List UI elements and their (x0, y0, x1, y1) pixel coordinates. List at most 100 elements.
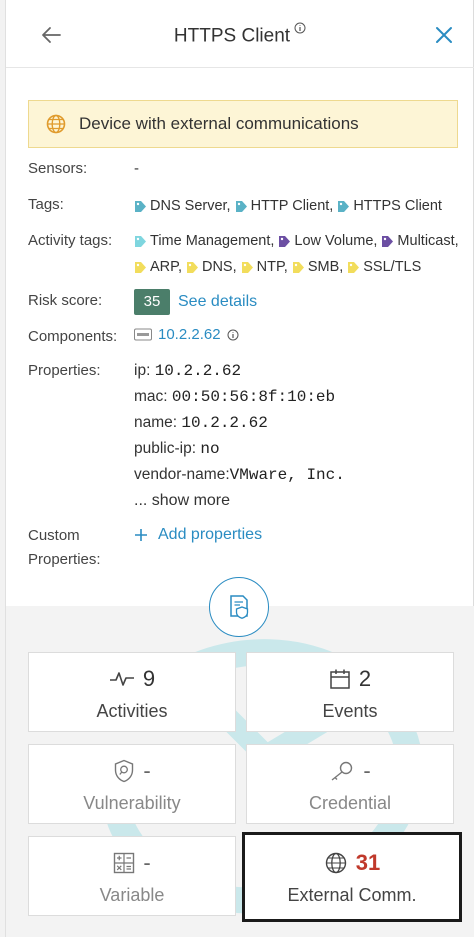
report-button[interactable] (209, 577, 269, 637)
component-device-icon (134, 328, 152, 340)
activity-pulse-icon (109, 672, 134, 686)
shield-search-icon (115, 759, 134, 783)
tag-icon (382, 235, 394, 247)
tag-item[interactable]: DNS Server, (134, 198, 231, 214)
external-comm-label: External Comm. (287, 885, 417, 905)
vulnerability-card-top: - (29, 757, 235, 785)
activity-tag-label: SMB, (307, 259, 344, 275)
custom-properties-label-line2: Properties: (28, 551, 101, 568)
events-card[interactable]: 2 Events (246, 652, 454, 732)
panel-header: HTTPS Client (6, 0, 474, 68)
info-icon[interactable] (227, 329, 239, 341)
report-shield-icon (230, 595, 249, 619)
property-key: public-ip: (134, 440, 197, 457)
activity-tag-label: Multicast, (397, 233, 459, 249)
activity-tags-label: Activity tags: (28, 232, 113, 249)
tag-icon (348, 261, 360, 273)
activities-label: Activities (96, 701, 168, 721)
tags-list: DNS Server, HTTP Client, HTTPS Client (134, 198, 442, 214)
risk-score-row: 35 See details (134, 289, 257, 315)
credential-card[interactable]: - Credential (246, 744, 454, 824)
activity-tag-label: ARP, (150, 259, 182, 275)
key-icon (331, 761, 353, 781)
property-item: public-ip: no (134, 440, 220, 458)
tag-icon (135, 200, 146, 212)
activity-tag-item[interactable]: SMB, (292, 259, 343, 275)
stats-area: 9 Activities 2 Events - Vulnerability - … (6, 606, 474, 937)
close-icon (436, 27, 452, 43)
close-button[interactable] (429, 20, 459, 50)
activity-tag-item[interactable]: NTP, (241, 259, 288, 275)
tags-label: Tags: (28, 196, 64, 213)
external-comm-banner: Device with external communications (28, 100, 458, 148)
tag-icon (241, 261, 253, 273)
activity-tags-row-2: ARP, DNS, NTP, SMB, SSL/TLS (134, 259, 421, 275)
tag-icon (292, 261, 304, 273)
external-comm-card-top: 31 (245, 849, 459, 877)
page-title: HTTPS Client (173, 25, 291, 47)
see-details-link[interactable]: See details (178, 293, 257, 311)
activity-tag-label: Time Management, (150, 233, 275, 249)
property-item: ip: 10.2.2.62 (134, 362, 241, 380)
tag-icon (135, 261, 146, 273)
activity-tag-label: SSL/TLS (363, 259, 422, 275)
property-value: 10.2.2.62 (181, 414, 268, 432)
sensors-value: - (134, 160, 139, 177)
tag-icon (186, 261, 198, 273)
panel-title-wrap: HTTPS Client (6, 22, 474, 47)
activity-tag-label: Low Volume, (294, 233, 378, 249)
plus-icon (135, 529, 147, 541)
activities-card[interactable]: 9 Activities (28, 652, 236, 732)
component-link[interactable]: 10.2.2.62 (158, 326, 221, 343)
activities-count: 9 (142, 666, 156, 691)
globe-icon (325, 852, 346, 874)
property-key: mac: (134, 388, 168, 405)
custom-properties-label-line1: Custom (28, 527, 80, 544)
activity-tag-item[interactable]: ARP, (134, 259, 182, 275)
add-properties-button[interactable]: Add properties (134, 526, 262, 544)
events-count: 2 (358, 666, 372, 691)
property-value: 10.2.2.62 (154, 362, 242, 380)
tag-item[interactable]: HTTPS Client (337, 198, 442, 214)
property-value: no (200, 440, 220, 458)
external-comm-count: 31 (355, 850, 381, 875)
sensors-label: Sensors: (28, 160, 88, 177)
property-item: name: 10.2.2.62 (134, 414, 268, 432)
activity-tag-item[interactable]: Low Volume, (278, 233, 377, 249)
show-more-link[interactable]: ... show more (134, 492, 230, 510)
external-comm-card[interactable]: 31 External Comm. (242, 832, 462, 922)
variable-card-top: - (29, 849, 235, 877)
device-panel: HTTPS Client Device with external commun… (6, 0, 474, 937)
variable-card[interactable]: - Variable (28, 836, 236, 916)
property-value: 00:50:56:8f:10:eb (171, 388, 336, 406)
components-row: 10.2.2.62 (134, 326, 239, 343)
events-label: Events (322, 701, 378, 721)
vulnerability-card[interactable]: - Vulnerability (28, 744, 236, 824)
banner-text: Device with external communications (79, 114, 359, 133)
tag-item[interactable]: HTTP Client, (235, 198, 334, 214)
vulnerability-count: - (143, 758, 151, 783)
property-key: name: (134, 414, 178, 431)
tag-icon (235, 200, 247, 212)
property-item: mac: 00:50:56:8f:10:eb (134, 388, 335, 406)
tag-label: HTTPS Client (353, 198, 442, 214)
activity-tag-item[interactable]: SSL/TLS (347, 259, 421, 275)
risk-score-badge: 35 (134, 289, 170, 315)
property-key: ip: (134, 362, 151, 379)
property-key: vendor-name: (134, 466, 230, 483)
properties-label: Properties: (28, 362, 101, 379)
activity-tag-label: NTP, (256, 259, 288, 275)
property-value: VMware, Inc. (229, 466, 345, 484)
components-label: Components: (28, 328, 118, 345)
activity-tag-item[interactable]: DNS, (186, 259, 237, 275)
variable-count: - (143, 850, 151, 875)
variable-label: Variable (99, 885, 165, 905)
risk-score-label: Risk score: (28, 292, 103, 309)
globe-icon (46, 114, 66, 134)
tag-label: DNS Server, (150, 198, 231, 214)
tag-label: HTTP Client, (250, 198, 334, 214)
activity-tag-item[interactable]: Multicast, (381, 233, 459, 249)
events-card-top: 2 (247, 665, 453, 693)
activity-tag-item[interactable]: Time Management, (134, 233, 274, 249)
info-icon[interactable] (294, 22, 306, 34)
